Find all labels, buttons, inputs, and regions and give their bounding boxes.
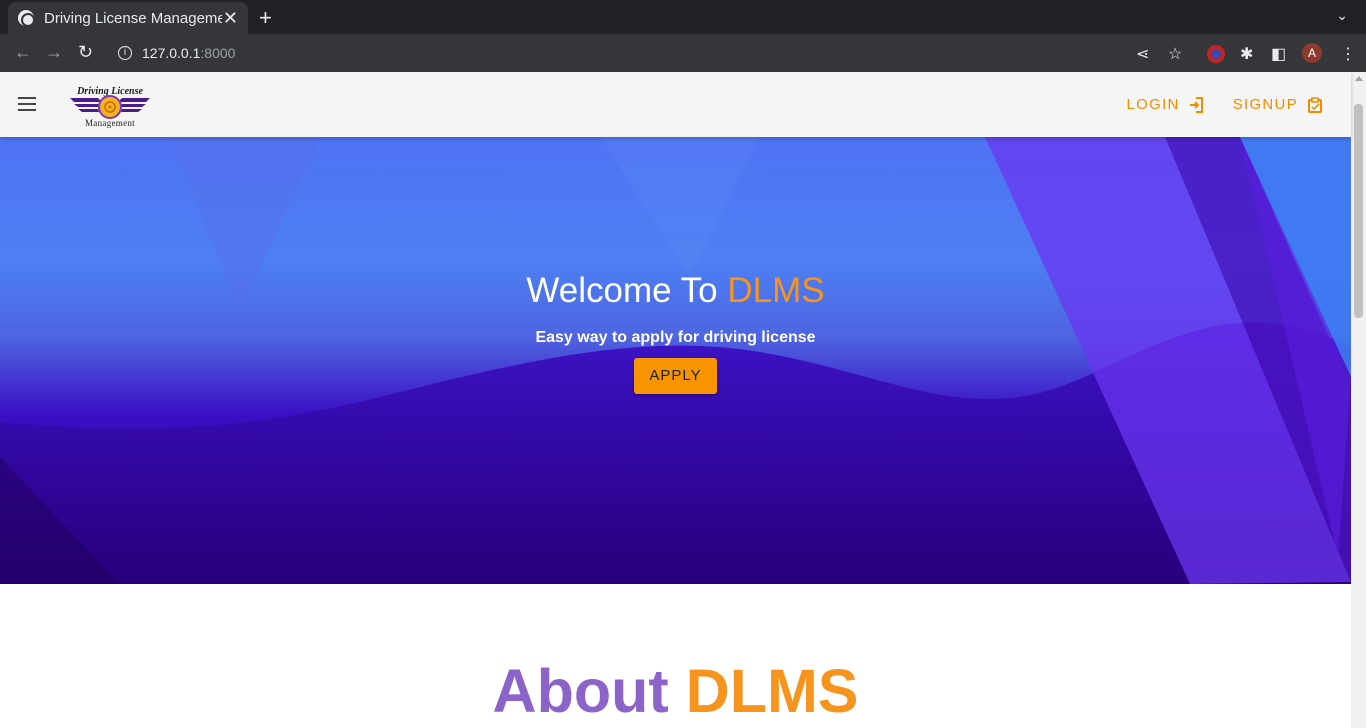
forward-icon[interactable]: → xyxy=(45,42,63,63)
signup-clipboard-icon xyxy=(1308,96,1322,113)
hero-title: Welcome To DLMS xyxy=(0,271,1351,311)
nav-actions: LOGIN SIGNUP xyxy=(1127,96,1324,113)
url-port: :8000 xyxy=(200,45,236,61)
hero-content: Welcome To DLMS Easy way to apply for dr… xyxy=(0,271,1351,394)
url-host: 127.0.0.1 xyxy=(142,45,201,61)
hero-title-prefix: Welcome To xyxy=(526,271,728,310)
site-navbar: Driving License Management LOGIN SIGNUP xyxy=(0,72,1351,137)
new-tab-button[interactable]: + xyxy=(259,5,272,31)
address-bar[interactable]: i 127.0.0.1 :8000 xyxy=(108,38,1108,68)
tab-title: Driving License Management xyxy=(44,9,222,27)
signup-label: SIGNUP xyxy=(1232,96,1298,113)
reload-icon[interactable]: ↻ xyxy=(78,42,93,63)
login-label: LOGIN xyxy=(1126,96,1180,113)
logo-wheel-emblem-icon xyxy=(70,95,150,119)
browser-tab-bar: Driving License Management ✕ + ⌄ xyxy=(0,0,1366,34)
browser-menu-icon[interactable]: ⋮ xyxy=(1340,44,1356,64)
login-button[interactable]: LOGIN xyxy=(1127,96,1203,113)
about-heading-accent: DLMS xyxy=(685,657,859,725)
about-heading-prefix: About xyxy=(492,657,686,725)
browser-tab[interactable]: Driving License Management ✕ xyxy=(8,2,248,34)
profile-avatar[interactable]: A xyxy=(1302,43,1322,63)
scroll-up-arrow-icon[interactable] xyxy=(1355,76,1363,81)
side-panel-icon[interactable]: ◧ xyxy=(1271,44,1286,64)
page-scrollbar[interactable] xyxy=(1351,72,1366,728)
extensions-puzzle-icon[interactable]: ✱ xyxy=(1240,44,1253,64)
hamburger-menu-icon[interactable] xyxy=(18,97,38,111)
site-info-icon[interactable]: i xyxy=(118,46,132,60)
page-viewport: Driving License Management LOGIN SIGNUP … xyxy=(0,72,1366,728)
close-tab-icon[interactable]: ✕ xyxy=(223,8,238,29)
login-icon xyxy=(1189,96,1203,113)
extension-blocker-icon[interactable] xyxy=(1207,45,1225,63)
bookmark-star-icon[interactable]: ☆ xyxy=(1168,44,1182,64)
hero-title-accent: DLMS xyxy=(727,271,825,310)
signup-button[interactable]: SIGNUP xyxy=(1233,96,1323,113)
apply-button[interactable]: APPLY xyxy=(634,358,717,394)
back-icon[interactable]: ← xyxy=(14,42,32,63)
scrollbar-thumb[interactable] xyxy=(1354,104,1363,318)
hero-banner: Welcome To DLMS Easy way to apply for dr… xyxy=(0,137,1351,584)
site-logo[interactable]: Driving License Management xyxy=(66,86,154,130)
hero-subtitle: Easy way to apply for driving license xyxy=(535,329,816,346)
browser-toolbar: ← → ↻ i 127.0.0.1 :8000 xyxy=(0,34,1366,72)
tab-search-icon[interactable]: ⌄ xyxy=(1336,7,1348,24)
logo-bottom-text: Management xyxy=(85,118,135,128)
share-icon[interactable]: ⋖ xyxy=(1136,44,1149,64)
globe-icon xyxy=(18,10,35,27)
about-heading: About DLMS xyxy=(0,656,1351,726)
